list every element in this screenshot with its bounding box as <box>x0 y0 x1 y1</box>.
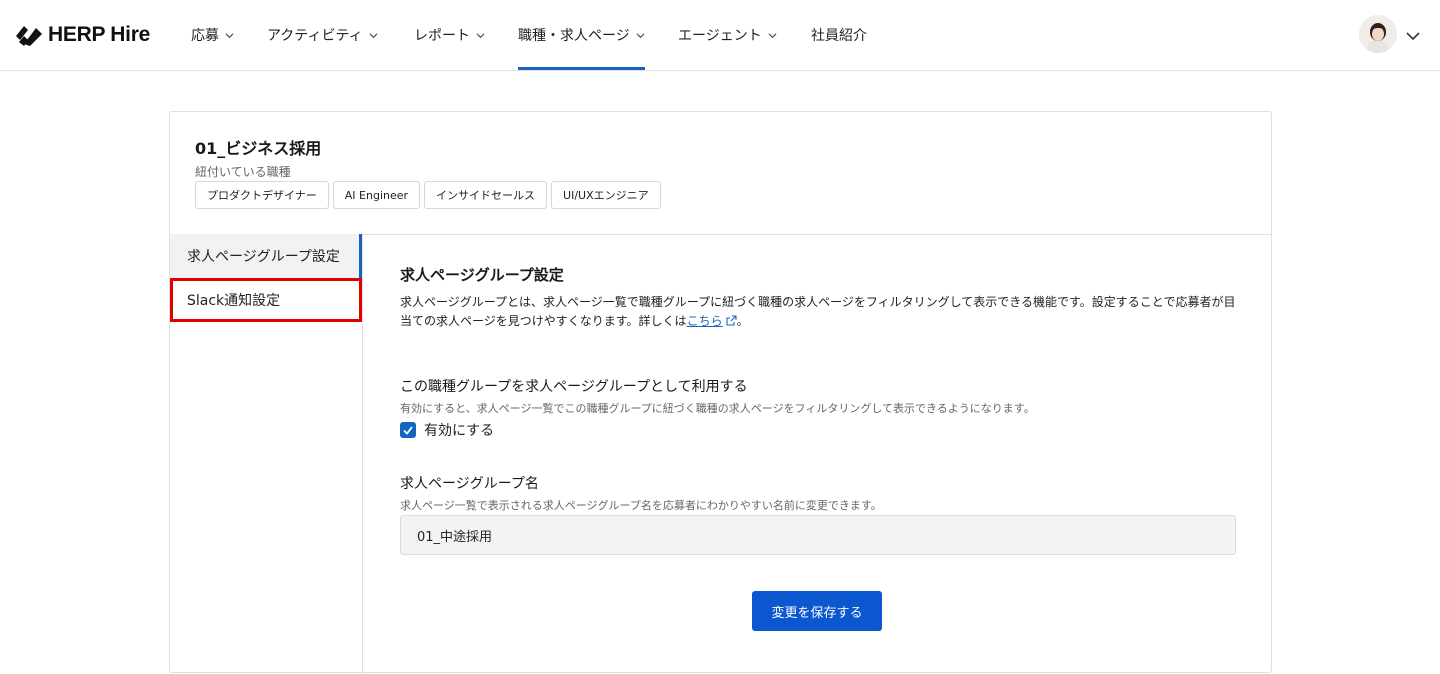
side-item-slack-notification-settings[interactable]: Slack通知設定 <box>170 278 362 322</box>
description-end: 。 <box>736 314 749 328</box>
nav-label: アクティビティ <box>267 28 363 44</box>
brand-name: HERP Hire <box>48 23 150 46</box>
linked-job-chip[interactable]: UI/UXエンジニア <box>551 181 661 209</box>
section-title: 求人ページグループ設定 <box>400 266 564 284</box>
nav-reports[interactable]: レポート <box>414 0 485 70</box>
nav-label: 社員紹介 <box>811 28 867 44</box>
nav-agents[interactable]: エージェント <box>678 0 777 70</box>
brand-logo[interactable]: HERP Hire <box>16 22 150 48</box>
nav-referrals[interactable]: 社員紹介 <box>811 0 867 70</box>
nav-jobs-pages[interactable]: 職種・求人ページ <box>518 0 645 70</box>
linked-jobs-list: プロダクトデザイナー AI Engineer インサイドセールス UI/UXエン… <box>195 181 661 209</box>
enable-checkbox[interactable] <box>400 422 416 438</box>
herp-logo-icon <box>16 26 42 46</box>
check-icon <box>403 426 413 435</box>
top-navigation-bar: HERP Hire 応募 アクティビティ レポート 職種・求人ページ エージェン… <box>0 0 1440 71</box>
job-group-title: 01_ビジネス採用 <box>195 139 322 158</box>
chevron-down-icon <box>225 32 234 38</box>
side-item-label: 求人ページグループ設定 <box>187 249 340 265</box>
enable-checkbox-label: 有効にする <box>424 423 495 439</box>
settings-side-menu: 求人ページグループ設定 Slack通知設定 <box>170 234 363 674</box>
chevron-down-icon <box>636 32 645 38</box>
linked-jobs-label: 紐付いている職種 <box>195 165 291 179</box>
details-link[interactable]: こちら <box>687 314 723 328</box>
user-avatar[interactable] <box>1359 15 1397 53</box>
side-item-job-page-group-settings[interactable]: 求人ページグループ設定 <box>170 234 362 278</box>
nav-activity[interactable]: アクティビティ <box>267 0 378 70</box>
nav-applications[interactable]: 応募 <box>191 0 234 70</box>
chevron-down-icon <box>768 32 777 38</box>
chevron-down-icon <box>476 32 485 38</box>
group-name-field-help: 求人ページ一覧で表示される求人ページグループ名を応募者にわかりやすい名前に変更で… <box>400 499 882 512</box>
chevron-down-icon[interactable] <box>1404 27 1422 45</box>
side-item-label: Slack通知設定 <box>187 293 281 309</box>
save-changes-button[interactable]: 変更を保存する <box>752 591 882 631</box>
job-group-card: 01_ビジネス採用 紐付いている職種 プロダクトデザイナー AI Enginee… <box>169 111 1272 674</box>
linked-job-chip[interactable]: プロダクトデザイナー <box>195 181 329 209</box>
external-link-icon <box>726 315 737 326</box>
job-group-header: 01_ビジネス採用 紐付いている職種 プロダクトデザイナー AI Enginee… <box>170 112 1271 235</box>
enable-checkbox-row[interactable]: 有効にする <box>400 420 494 440</box>
user-photo-icon <box>1359 15 1397 53</box>
nav-label: 職種・求人ページ <box>518 28 630 44</box>
section-description: 求人ページグループとは、求人ページ一覧で職種グループに紐づく職種の求人ページをフ… <box>400 293 1236 331</box>
nav-label: 応募 <box>191 28 219 44</box>
group-name-field-title: 求人ページグループ名 <box>400 476 539 492</box>
linked-job-chip[interactable]: AI Engineer <box>332 181 421 209</box>
nav-label: レポート <box>414 28 470 44</box>
nav-label: エージェント <box>678 28 762 44</box>
group-name-input[interactable] <box>400 515 1236 555</box>
enable-field-title: この職種グループを求人ページグループとして利用する <box>400 379 748 395</box>
chevron-down-icon <box>369 32 378 38</box>
linked-job-chip[interactable]: インサイドセールス <box>424 181 548 209</box>
description-text: 求人ページグループとは、求人ページ一覧で職種グループに紐づく職種の求人ページをフ… <box>400 295 1236 328</box>
enable-field-help: 有効にすると、求人ページ一覧でこの職種グループに紐づく職種の求人ページをフィルタ… <box>400 402 1035 415</box>
